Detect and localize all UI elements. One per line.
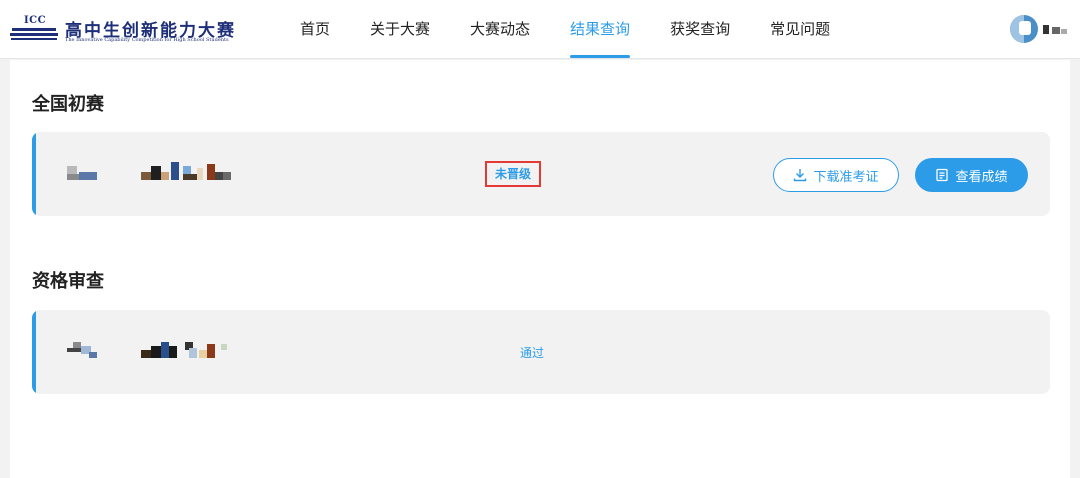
student-name-redacted [141, 342, 233, 358]
section-title-preliminary: 全国初赛 [32, 94, 104, 115]
student-name-redacted [141, 162, 233, 180]
card-accent-bar [32, 132, 36, 216]
view-scores-label: 查看成绩 [955, 169, 1008, 185]
icc-logo-mark: ICC [10, 14, 58, 46]
nav-news[interactable]: 大赛动态 [450, 0, 550, 59]
nav-results[interactable]: 结果查询 [550, 0, 650, 59]
main-content: 全国初赛 未晋级 下载准考证 查看成绩 资格审查 通过 [10, 60, 1070, 478]
student-id-redacted [67, 342, 99, 358]
nav-faq[interactable]: 常见问题 [750, 0, 850, 59]
site-logo[interactable]: ICC 高中生创新能力大赛 The Innovative Capability … [10, 14, 245, 46]
download-ticket-label: 下载准考证 [813, 169, 879, 185]
status-badge: 未晋级 [485, 161, 541, 187]
logo-subtitle: The Innovative Capability Competition fo… [65, 37, 229, 43]
document-icon [936, 168, 949, 182]
status-badge: 通过 [520, 346, 545, 360]
view-scores-button[interactable]: 查看成绩 [915, 158, 1028, 192]
avatar[interactable] [1010, 15, 1038, 43]
download-icon [794, 169, 807, 182]
result-card-preliminary: 未晋级 下载准考证 查看成绩 [32, 132, 1050, 216]
main-nav: 首页 关于大赛 大赛动态 结果查询 获奖查询 常见问题 [280, 0, 850, 59]
download-ticket-button[interactable]: 下载准考证 [773, 158, 899, 192]
username-redacted [1043, 23, 1073, 35]
nav-about[interactable]: 关于大赛 [350, 0, 450, 59]
student-id-redacted [67, 166, 99, 180]
logo-abbr: ICC [24, 15, 47, 26]
site-header: ICC 高中生创新能力大赛 The Innovative Capability … [0, 0, 1080, 59]
section-title-qualification: 资格审查 [32, 271, 104, 292]
nav-awards[interactable]: 获奖查询 [650, 0, 750, 59]
card-accent-bar [32, 310, 36, 394]
user-menu[interactable] [1010, 14, 1074, 44]
nav-home[interactable]: 首页 [280, 0, 350, 59]
result-card-qualification: 通过 [32, 310, 1050, 394]
